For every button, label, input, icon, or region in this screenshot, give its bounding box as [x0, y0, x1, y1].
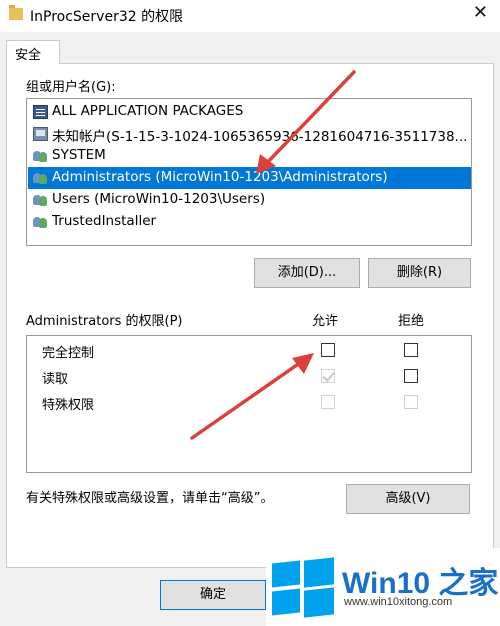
window-title: InProcServer32 的权限	[30, 9, 184, 25]
ok-button[interactable]: 确定	[160, 580, 266, 610]
group-icon	[33, 171, 48, 185]
allow-header: 允许	[312, 314, 339, 329]
folder-icon	[9, 5, 23, 20]
group-icon	[33, 215, 48, 229]
watermark-site: www.win10xitong.com	[344, 596, 453, 608]
advanced-button[interactable]: 高级(V)	[346, 484, 470, 514]
group-icon	[33, 149, 48, 163]
list-item[interactable]: TrustedInstaller	[28, 211, 471, 233]
packages-icon	[33, 105, 48, 119]
list-item[interactable]: 未知帐户(S-1-15-3-1024-1065365936-1281604716…	[28, 123, 471, 145]
perm-full-control-deny-checkbox[interactable]	[404, 343, 418, 357]
perm-full-control-label: 完全控制	[42, 346, 95, 361]
perm-read-deny-checkbox[interactable]	[404, 369, 418, 383]
windows-logo-icon	[272, 557, 334, 618]
permissions-header: Administrators 的权限(P)	[26, 314, 183, 329]
perm-special-deny-checkbox	[404, 395, 418, 409]
tab-security-label: 安全	[15, 48, 42, 63]
tab-security[interactable]: 安全	[6, 40, 60, 64]
perm-special-label: 特殊权限	[42, 398, 95, 413]
title-bar: InProcServer32 的权限 ✕	[0, 0, 500, 32]
watermark-logo: Win10 之家 www.win10xitong.com	[266, 548, 500, 626]
user-list[interactable]: ALL APPLICATION PACKAGES 未知帐户(S-1-15-3-1…	[26, 98, 472, 246]
remove-button[interactable]: 删除(R)	[368, 258, 471, 288]
group-icon	[33, 193, 48, 207]
list-item-selected[interactable]: Administrators (MicroWin10-1203\Administ…	[28, 167, 471, 189]
perm-read-allow-checkbox	[321, 369, 335, 383]
perm-read-label: 读取	[42, 372, 69, 387]
list-item[interactable]: Users (MicroWin10-1203\Users)	[28, 189, 471, 211]
list-item[interactable]: SYSTEM	[28, 145, 471, 167]
perm-full-control-allow-checkbox[interactable]	[321, 343, 335, 357]
group-user-label: 组或用户名(G):	[26, 80, 116, 95]
deny-header: 拒绝	[398, 314, 425, 329]
list-item[interactable]: ALL APPLICATION PACKAGES	[28, 101, 471, 123]
add-button[interactable]: 添加(D)...	[254, 258, 360, 288]
perm-special-allow-checkbox	[321, 395, 335, 409]
close-button[interactable]: ✕	[473, 2, 488, 23]
unknown-account-icon	[33, 127, 48, 141]
advanced-hint: 有关特殊权限或高级设置，请单击“高级”。	[26, 491, 274, 506]
